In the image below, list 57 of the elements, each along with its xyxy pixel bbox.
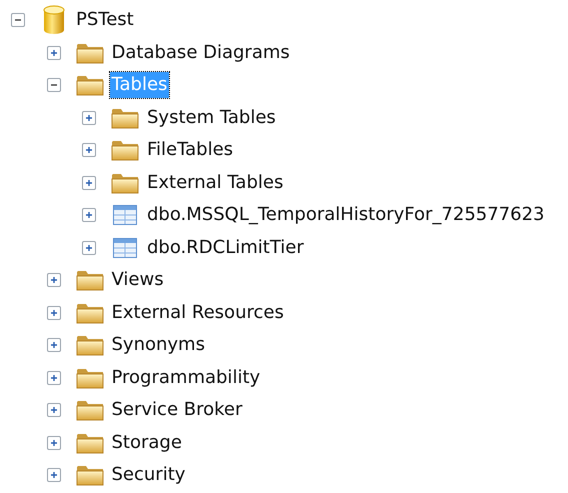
folder-icon xyxy=(76,74,104,96)
tree-item-label[interactable]: Programmability xyxy=(110,364,262,391)
tree-item-label[interactable]: dbo.RDCLimitTier xyxy=(145,234,306,261)
tree-item-label[interactable]: External Resources xyxy=(110,300,286,326)
plus-icon xyxy=(50,374,58,382)
folder-icon xyxy=(76,432,104,454)
tree-item-label[interactable]: Service Broker xyxy=(110,397,244,424)
tree-item-label[interactable]: Security xyxy=(110,462,188,488)
expand-toggle[interactable] xyxy=(82,208,96,222)
plus-icon xyxy=(50,406,58,414)
table-icon xyxy=(113,238,137,258)
plus-icon xyxy=(85,114,93,122)
plus-icon xyxy=(85,146,93,154)
table-icon xyxy=(113,205,137,226)
expand-toggle[interactable] xyxy=(82,143,96,158)
folder-icon xyxy=(111,172,139,194)
tree-item-label[interactable]: PSTest xyxy=(74,7,136,34)
folder-icon xyxy=(76,334,104,356)
plus-icon xyxy=(50,438,58,447)
folder-icon xyxy=(111,139,139,162)
tree-item-label[interactable]: System Tables xyxy=(145,104,278,131)
expand-toggle[interactable] xyxy=(46,306,60,320)
folder-icon xyxy=(76,399,104,422)
plus-icon xyxy=(50,341,58,350)
collapse-toggle[interactable] xyxy=(46,78,60,92)
expand-toggle[interactable] xyxy=(46,370,60,385)
plus-icon xyxy=(85,178,93,187)
tree-item-label[interactable]: Synonyms xyxy=(110,332,207,358)
expand-toggle[interactable] xyxy=(46,273,60,288)
folder-icon xyxy=(76,269,104,292)
collapse-toggle[interactable] xyxy=(11,13,25,28)
expand-toggle[interactable] xyxy=(46,468,60,482)
folder-icon xyxy=(76,366,104,389)
expand-toggle[interactable] xyxy=(82,176,96,190)
folder-icon xyxy=(76,464,104,486)
tree-item-label[interactable]: Storage xyxy=(110,430,184,456)
expand-toggle[interactable] xyxy=(82,110,96,125)
plus-icon xyxy=(50,48,58,57)
expand-toggle[interactable] xyxy=(46,403,60,418)
folder-icon xyxy=(76,302,104,324)
expand-toggle[interactable] xyxy=(46,46,60,60)
expand-toggle[interactable] xyxy=(46,436,60,450)
expand-toggle[interactable] xyxy=(82,240,96,255)
plus-icon xyxy=(85,244,93,252)
folder-icon xyxy=(111,106,139,129)
plus-icon xyxy=(50,276,58,284)
tree-item-label[interactable]: External Tables xyxy=(145,170,286,196)
tree-item-label[interactable]: Views xyxy=(110,267,166,294)
folder-icon xyxy=(76,42,104,64)
plus-icon xyxy=(85,211,93,220)
expand-toggle[interactable] xyxy=(46,338,60,352)
tree-item-label[interactable]: FileTables xyxy=(145,137,236,164)
tree-item-label[interactable]: dbo.MSSQL_TemporalHistoryFor_725577623 xyxy=(145,202,546,228)
plus-icon xyxy=(50,308,58,317)
database-icon xyxy=(43,5,65,36)
tree-item-label[interactable]: Database Diagrams xyxy=(110,40,292,66)
plus-icon xyxy=(50,471,58,480)
